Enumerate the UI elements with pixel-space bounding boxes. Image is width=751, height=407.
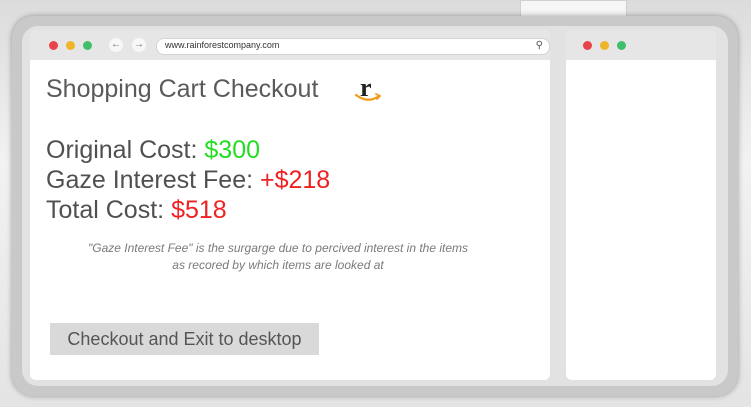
checkout-button[interactable]: Checkout and Exit to desktop — [50, 323, 319, 355]
original-cost-value: $300 — [204, 136, 261, 164]
total-cost-value: $518 — [171, 196, 227, 224]
fee-footnote-line2: as recored by which items are looked at — [172, 258, 384, 272]
original-cost-row: Original Cost: $300 — [46, 136, 260, 165]
fee-label: Gaze Interest Fee: — [46, 166, 254, 194]
page-title: Shopping Cart Checkout — [46, 75, 319, 103]
address-bar[interactable]: www.rainforestcompany.com ⚲ — [156, 38, 550, 55]
fee-row: Gaze Interest Fee: +$218 — [46, 166, 330, 195]
total-cost-label: Total Cost: — [46, 196, 165, 224]
secondary-maximize-button[interactable] — [617, 41, 626, 50]
browser-window: ← → www.rainforestcompany.com ⚲ ••• Shop… — [30, 30, 550, 380]
secondary-browser-window — [566, 30, 716, 380]
secondary-close-button[interactable] — [583, 41, 592, 50]
fee-footnote-line1: "Gaze Interest Fee" is the surgarge due … — [87, 241, 469, 255]
original-cost-label: Original Cost: — [46, 136, 198, 164]
maximize-window-button[interactable] — [83, 41, 92, 50]
secondary-titlebar — [566, 30, 716, 60]
back-arrow-icon[interactable]: ← — [109, 38, 123, 52]
rainforest-logo: r — [354, 73, 382, 103]
secondary-minimize-button[interactable] — [600, 41, 609, 50]
logo-smile-icon — [354, 93, 382, 101]
total-cost-row: Total Cost: $518 — [46, 196, 227, 225]
search-icon[interactable]: ⚲ — [536, 40, 543, 51]
browser-titlebar: ← → www.rainforestcompany.com ⚲ ••• — [30, 30, 550, 60]
fee-footnote: "Gaze Interest Fee" is the surgarge due … — [48, 240, 508, 274]
address-bar-url: www.rainforestcompany.com — [165, 40, 280, 50]
fee-value: +$218 — [260, 166, 331, 194]
forward-arrow-icon[interactable]: → — [132, 38, 146, 52]
close-window-button[interactable] — [49, 41, 58, 50]
minimize-window-button[interactable] — [66, 41, 75, 50]
